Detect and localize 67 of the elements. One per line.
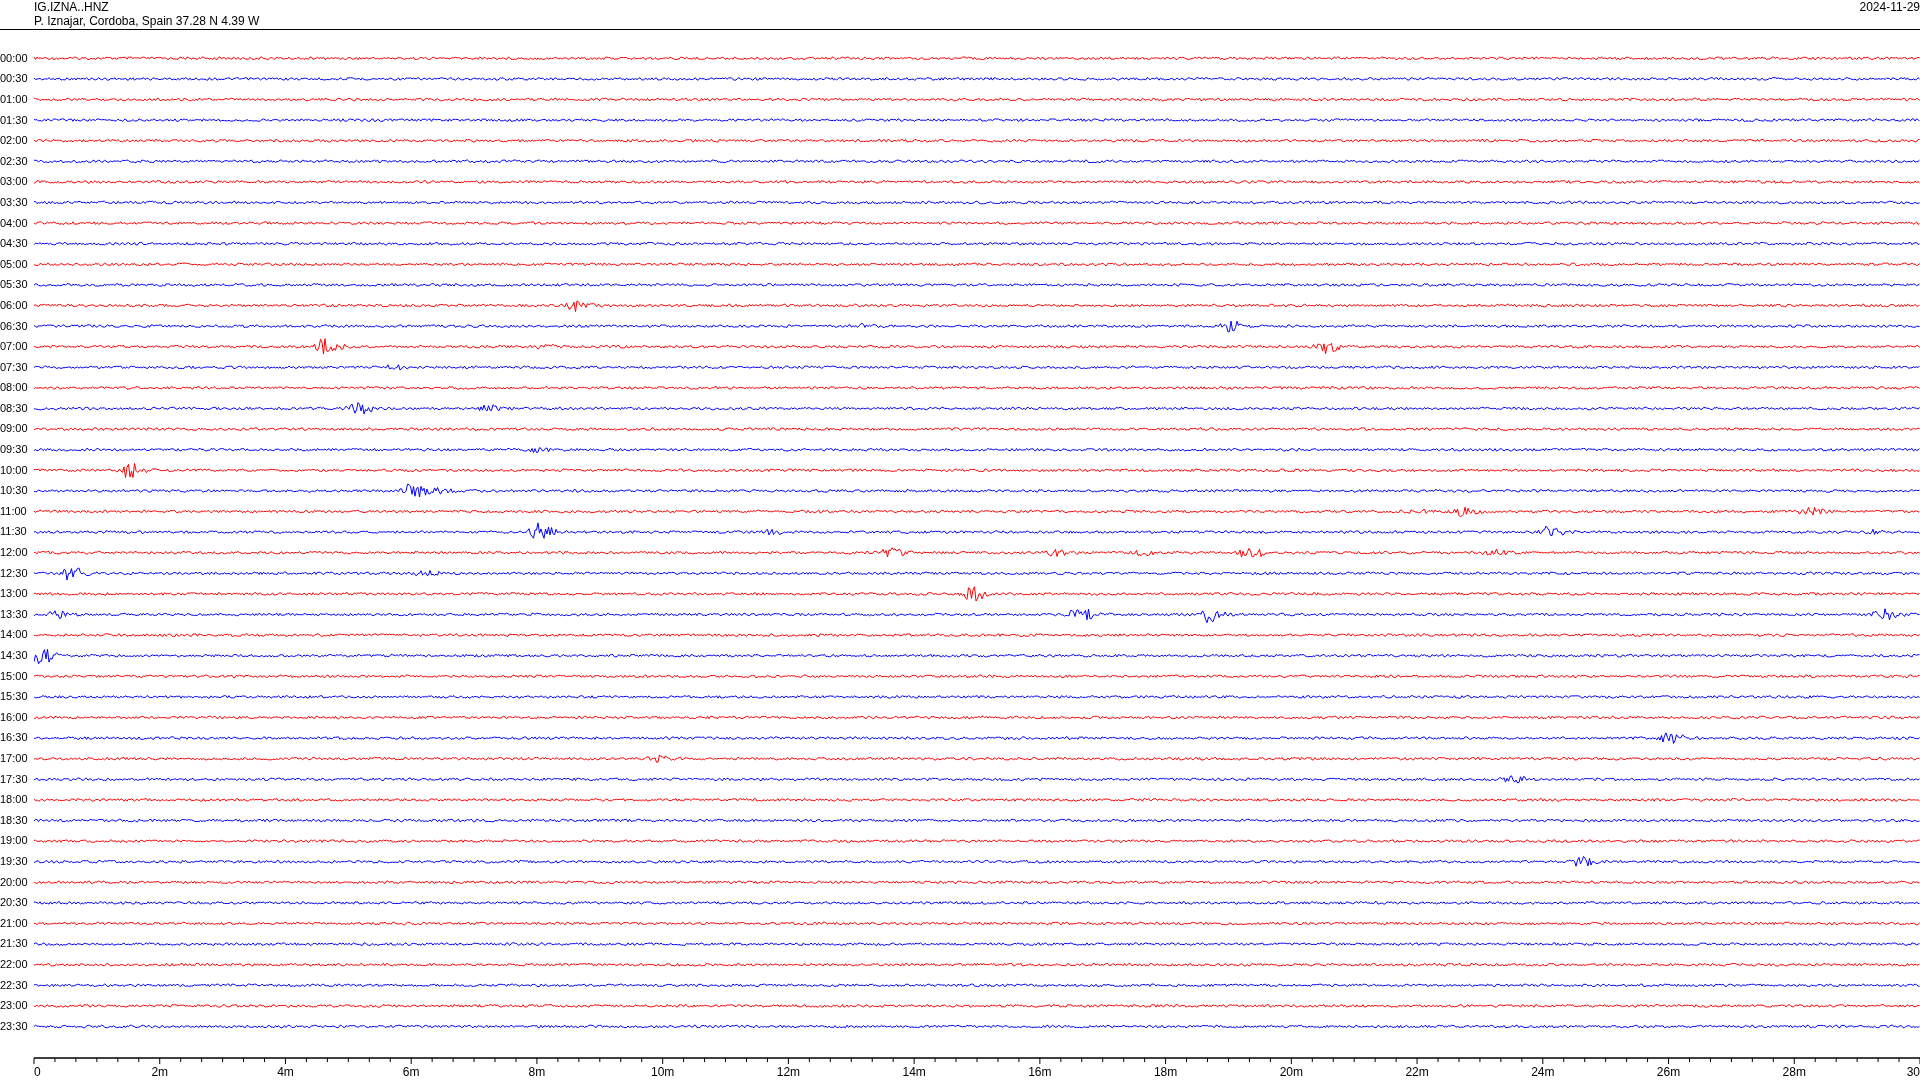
- time-label: 02:00: [0, 134, 28, 147]
- time-label: 00:00: [0, 51, 28, 64]
- axis-label: 2m: [151, 1065, 169, 1080]
- time-label: 07:30: [0, 360, 28, 373]
- time-label: 12:00: [0, 546, 28, 559]
- axis-label: 22m: [1405, 1065, 1429, 1080]
- time-label: 18:00: [0, 793, 28, 806]
- time-label: 16:00: [0, 710, 28, 723]
- time-label: 13:30: [0, 607, 28, 620]
- time-label: 05:30: [0, 278, 28, 291]
- time-label: 07:00: [0, 340, 28, 353]
- time-label: 16:30: [0, 731, 28, 744]
- axis-label: 12m: [776, 1065, 801, 1080]
- time-label: 13:00: [0, 587, 28, 600]
- axis-label: 0: [34, 1065, 41, 1080]
- axis-label: 16m: [1028, 1065, 1052, 1080]
- time-label: 00:30: [0, 72, 28, 85]
- time-label: 17:30: [0, 772, 28, 785]
- axis-label: 18m: [1153, 1065, 1178, 1080]
- axis-label: 30: [1906, 1065, 1920, 1080]
- time-label: 08:30: [0, 401, 28, 414]
- time-label: 12:30: [0, 566, 28, 579]
- time-label: 05:00: [0, 257, 28, 270]
- time-label: 14:00: [0, 628, 28, 641]
- time-label: 11:00: [0, 504, 27, 517]
- time-label: 18:30: [0, 813, 28, 826]
- time-label: 09:00: [0, 422, 28, 435]
- station-location: P. Iznajar, Cordoba, Spain 37.28 N 4.39 W: [34, 14, 260, 28]
- time-label: 21:00: [0, 916, 28, 929]
- time-label: 23:00: [0, 999, 28, 1012]
- axis-label: 14m: [902, 1065, 926, 1080]
- time-label: 04:30: [0, 237, 28, 250]
- time-label: 17:00: [0, 752, 28, 764]
- time-label: 15:30: [0, 690, 28, 703]
- time-label: 21:30: [0, 937, 28, 950]
- time-label: 01:30: [0, 113, 28, 126]
- time-label: 11:30: [0, 525, 27, 538]
- time-label: 20:30: [0, 896, 28, 909]
- time-label: 23:30: [0, 1019, 28, 1032]
- axis-label: 28m: [1782, 1065, 1806, 1080]
- time-label: 19:00: [0, 834, 28, 847]
- time-label: 10:00: [0, 463, 28, 476]
- axis-label: 6m: [402, 1065, 420, 1080]
- axis-label: 24m: [1531, 1065, 1555, 1080]
- axis-label: 20m: [1279, 1065, 1303, 1080]
- station-code: IG.IZNA..HNZ: [34, 0, 110, 14]
- axis-label: 4m: [277, 1065, 294, 1080]
- time-label: 20:00: [0, 875, 28, 888]
- time-label: 02:30: [0, 154, 28, 167]
- time-label: 03:30: [0, 195, 28, 208]
- time-label: 03:00: [0, 175, 28, 188]
- time-label: 14:30: [0, 649, 28, 661]
- axis-label: 10m: [651, 1065, 675, 1080]
- plot-date: 2024-11-29: [1859, 0, 1920, 16]
- time-label: 04:00: [0, 216, 28, 229]
- time-label: 09:30: [0, 443, 28, 456]
- time-label: 22:30: [0, 978, 28, 991]
- time-label: 06:30: [0, 319, 28, 332]
- time-label: 01:00: [0, 93, 28, 105]
- time-label: 08:00: [0, 381, 28, 394]
- time-label: 22:00: [0, 957, 28, 970]
- time-label: 06:00: [0, 298, 28, 311]
- time-label: 15:00: [0, 669, 28, 682]
- time-label: 19:30: [0, 854, 28, 867]
- time-label: 10:30: [0, 484, 28, 497]
- axis-label: 8m: [528, 1065, 546, 1080]
- axis-label: 26m: [1656, 1065, 1681, 1080]
